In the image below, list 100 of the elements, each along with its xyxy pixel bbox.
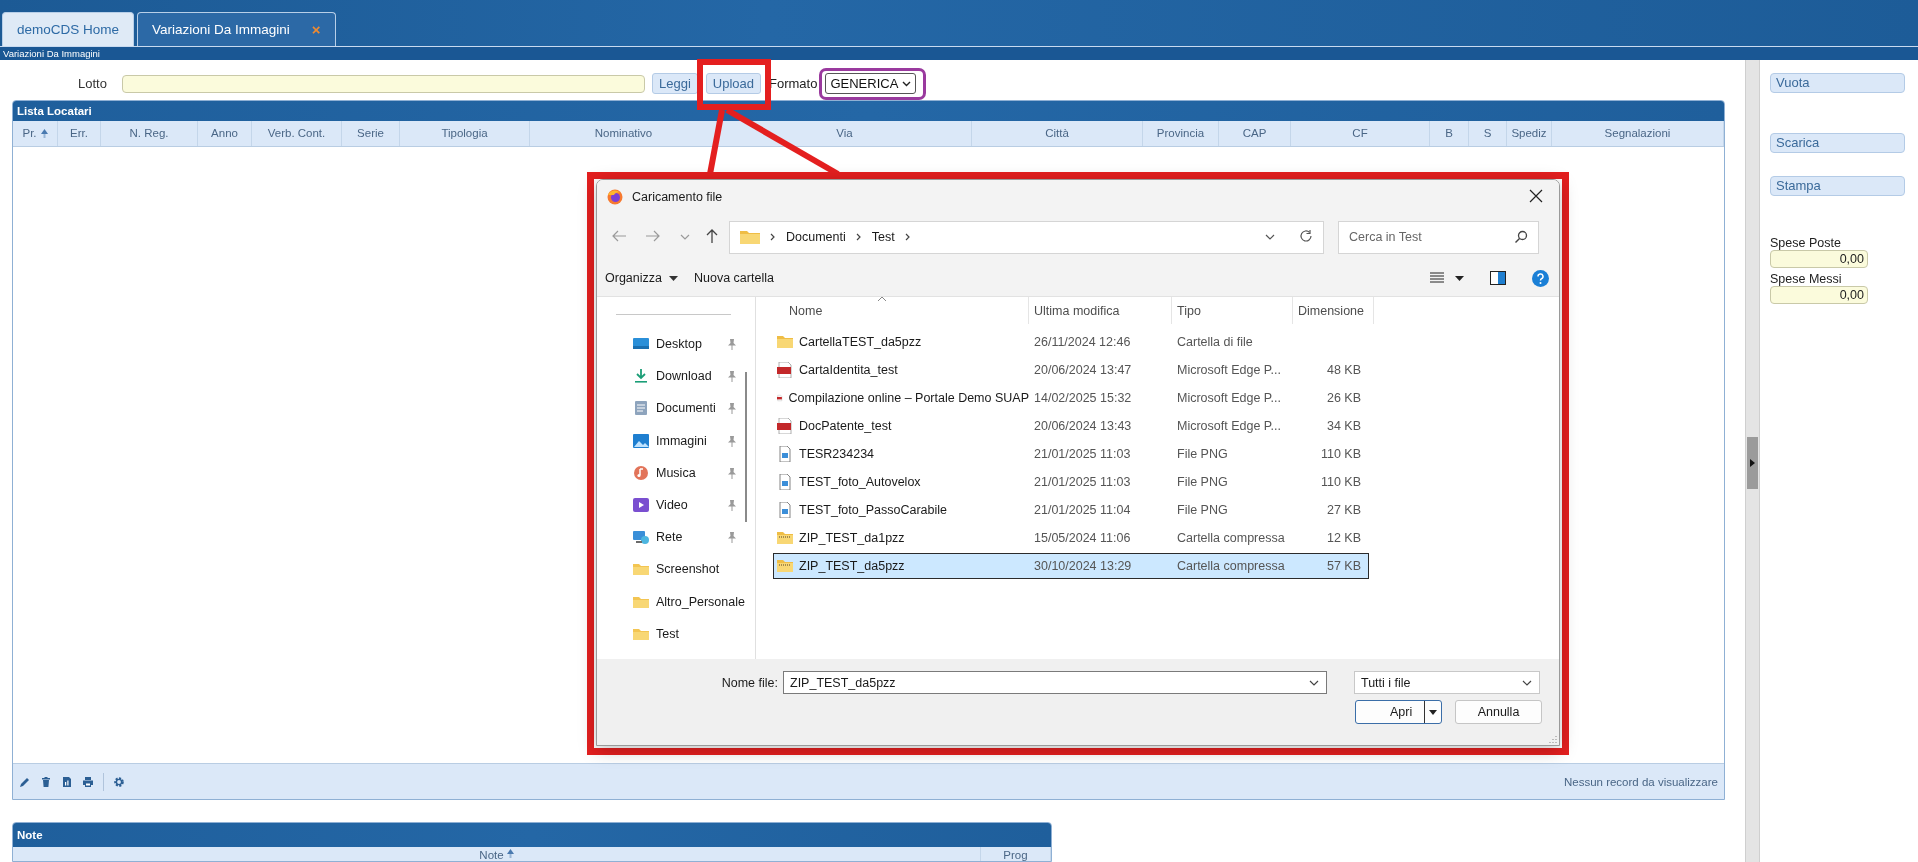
read-button[interactable]: Leggi [652,73,698,95]
search-field[interactable]: Cerca in Test [1338,220,1539,254]
column-header[interactable]: Tipologia [400,120,530,146]
column-header[interactable]: Via [718,120,972,146]
file-type-select[interactable]: Tutti i file [1354,671,1540,694]
trash-icon[interactable] [40,775,52,788]
column-header[interactable]: Prog [981,847,1051,861]
column-header[interactable]: Err. [58,120,101,146]
column-header[interactable]: Spediz [1507,120,1552,146]
file-row[interactable]: CartaIdentita_test 20/06/2024 13:47 Microsoft Edge P... 48 KB [773,357,1369,383]
nav-item[interactable]: Immagini [597,427,755,454]
column-header[interactable]: Nominativo [530,120,718,146]
music-icon [632,464,650,481]
toolbar-button[interactable]: Organizza [605,271,678,285]
column-header[interactable]: Provincia [1143,120,1219,146]
file-row[interactable]: CartellaTEST_da5pzz 26/11/2024 12:46 Cartella di file [773,329,1369,355]
nav-item[interactable]: Desktop [597,331,755,358]
view-list-icon[interactable] [1429,271,1445,285]
nav-item[interactable]: Test [597,620,755,647]
file-row[interactable]: TESR234234 21/01/2025 11:03 File PNG 110 KB [773,441,1369,467]
nav-item[interactable]: Video [597,491,755,519]
tab[interactable]: demoCDS Home [2,12,135,46]
back-arrow-icon[interactable] [611,228,627,243]
nav-item[interactable]: Download [597,363,755,390]
printer-icon[interactable] [82,775,94,788]
resize-grip[interactable] [1549,735,1557,743]
column-header[interactable]: Dimensione [1293,297,1374,324]
file-row[interactable]: ZIP_TEST_da1pzz 15/05/2024 11:06 Cartella compressa 12 KB [773,525,1369,551]
folder-icon [632,561,650,578]
amount-field[interactable]: 0,00 [1770,286,1868,304]
caret-icon[interactable] [1455,275,1464,281]
upload-button[interactable]: Upload [705,73,761,95]
column-header[interactable]: Verb. Cont. [252,120,342,146]
collapse-handle[interactable] [1747,437,1758,489]
chevron-icon[interactable] [769,233,777,241]
scrollbar[interactable] [745,372,747,522]
address-bar[interactable]: Documenti Test [729,220,1324,254]
cancel-button[interactable]: Annulla [1455,700,1542,724]
file-size: 27 KB [1325,503,1361,517]
column-header[interactable]: S [1469,120,1507,146]
format-select[interactable]: GENERICA [825,73,917,95]
status-text: Nessun record da visualizzare [1563,775,1718,788]
sort-icon[interactable] [40,128,48,138]
up-arrow-icon[interactable] [705,227,719,244]
tab[interactable]: Variazioni Da Immagini × [137,12,336,46]
chevron-down-icon [1521,678,1533,687]
sort-icon[interactable] [506,849,514,858]
forward-arrow-icon[interactable] [645,228,661,243]
nav-item[interactable]: Musica [597,459,755,486]
gear-icon[interactable] [113,775,125,788]
side-button[interactable]: Vuota [1770,73,1905,93]
breadcrumb[interactable]: Test [871,230,895,244]
chevron-icon[interactable] [854,233,863,241]
breadcrumb[interactable]: Documenti [786,230,846,244]
column-header[interactable]: CF [1291,120,1430,146]
column-header[interactable]: Tipo [1172,297,1293,324]
pencil-icon[interactable] [19,775,31,788]
search-icon [1514,230,1528,244]
help-icon[interactable] [1532,269,1549,287]
sort-icon[interactable] [877,296,887,302]
column-header[interactable]: Nome [773,297,1029,324]
chevron-icon[interactable] [903,233,912,241]
chevron-down-icon[interactable] [1264,233,1276,241]
file-row[interactable]: TEST_foto_Autovelox 21/01/2025 11:03 File PNG 110 KB [773,469,1369,495]
file-size: 34 KB [1325,419,1361,433]
column-header[interactable]: B [1430,120,1469,146]
file-row[interactable]: TEST_foto_PassoCarabile 21/01/2025 11:04 File PNG 27 KB [773,497,1369,523]
filename-field[interactable]: ZIP_TEST_da5pzz [783,671,1327,694]
amount-field[interactable]: 0,00 [1770,250,1868,268]
column-header[interactable]: Serie [342,120,400,146]
caret-icon[interactable] [1429,709,1437,715]
file-size: 57 KB [1325,559,1361,573]
file-row[interactable]: Compilazione online – Portale Demo SUAP 14/02/2025 15:32 Microsoft Edge P... 26 KB [773,385,1369,411]
lotto-field[interactable] [122,74,645,93]
refresh-icon[interactable] [1299,228,1313,243]
column-header[interactable]: Segnalazioni [1552,120,1724,146]
toolbar-button[interactable]: Nuova cartella [694,271,774,285]
preview-pane-icon[interactable] [1490,271,1506,285]
field-label: Spese Poste [1770,236,1842,250]
file-type: Microsoft Edge P... [1176,363,1282,377]
side-button[interactable]: Scarica [1770,133,1905,153]
column-header[interactable]: Pr. [13,120,58,146]
column-header[interactable]: CAP [1219,120,1291,146]
file-row[interactable]: ZIP_TEST_da5pzz 30/10/2024 13:29 Cartella compressa 57 KB [773,553,1369,579]
nav-item[interactable]: Rete [597,524,755,551]
column-header[interactable]: Ultima modifica [1029,297,1172,324]
file-type: File PNG [1176,475,1229,489]
nav-item[interactable]: Altro_Personale [597,588,755,615]
close-icon[interactable] [1529,188,1543,203]
column-header[interactable]: Note [13,847,981,861]
column-header[interactable]: Anno [198,120,252,146]
open-button[interactable]: Apri [1355,700,1442,724]
column-header[interactable]: Città [972,120,1143,146]
side-button[interactable]: Stampa [1770,176,1905,196]
file-date: 26/11/2024 12:46 [1033,335,1132,349]
nav-item[interactable]: Documenti [597,395,755,422]
file-row[interactable]: DocPatente_test 20/06/2024 13:43 Microsoft Edge P... 34 KB [773,413,1369,439]
column-header[interactable]: N. Reg. [101,120,198,146]
nav-item[interactable]: Screenshot [597,556,755,583]
file-chart-icon[interactable] [61,775,73,788]
